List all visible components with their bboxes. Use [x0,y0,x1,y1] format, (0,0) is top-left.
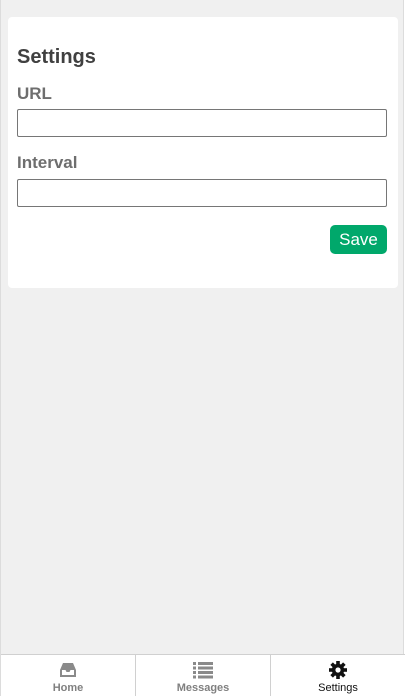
url-label: URL [17,84,52,103]
tab-home-label: Home [52,682,84,694]
bottom-tab-bar: Home Messages Settings [1,654,405,696]
save-button[interactable]: Save [330,225,387,254]
url-input[interactable] [17,109,387,137]
tab-home[interactable]: Home [1,655,136,696]
inbox-icon [58,661,78,679]
tab-settings-label: Settings [318,682,358,694]
settings-title: Settings [17,46,96,68]
settings-card: Settings URL Interval Save [8,17,398,288]
tab-messages[interactable]: Messages [136,655,271,696]
interval-input[interactable] [17,179,387,207]
interval-label: Interval [17,153,78,172]
app-frame: Settings URL Interval Save Home Messages… [0,0,405,696]
tab-settings[interactable]: Settings [271,655,405,696]
list-icon [193,661,213,679]
gear-icon [328,661,348,679]
tab-messages-label: Messages [176,682,230,694]
